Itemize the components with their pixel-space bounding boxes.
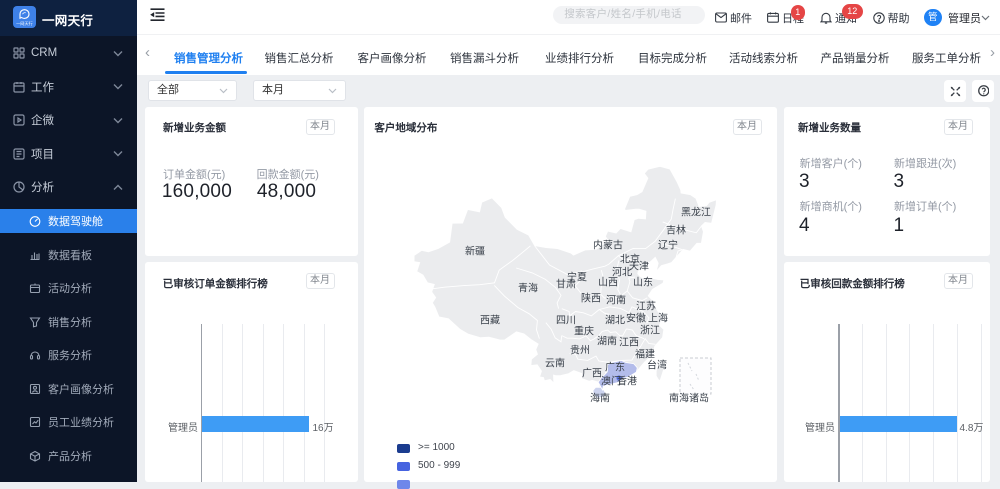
svg-text:广西: 广西 xyxy=(582,368,602,380)
svg-text:广东: 广东 xyxy=(605,361,625,374)
svg-text:内蒙古: 内蒙古 xyxy=(593,239,623,252)
svg-text:重庆: 重庆 xyxy=(574,325,594,338)
svg-text:江苏: 江苏 xyxy=(636,300,656,313)
svg-text:青海: 青海 xyxy=(518,282,538,295)
svg-text:四川: 四川 xyxy=(556,316,576,327)
svg-text:宁夏: 宁夏 xyxy=(567,271,587,284)
svg-text:香港: 香港 xyxy=(617,376,637,388)
svg-text:西藏: 西藏 xyxy=(480,315,500,327)
svg-text:黑龙江: 黑龙江 xyxy=(681,206,711,219)
svg-text:新疆: 新疆 xyxy=(465,245,485,258)
svg-text:南海诸岛: 南海诸岛 xyxy=(669,392,709,405)
svg-text:陕西: 陕西 xyxy=(581,292,601,305)
svg-text:浙江: 浙江 xyxy=(640,325,660,337)
svg-text:湖南: 湖南 xyxy=(597,335,617,348)
svg-text:吉林: 吉林 xyxy=(666,224,686,237)
svg-text:河南: 河南 xyxy=(606,294,626,307)
svg-text:云南: 云南 xyxy=(545,357,565,370)
svg-text:贵州: 贵州 xyxy=(570,344,590,357)
svg-text:上海: 上海 xyxy=(648,312,668,325)
svg-text:湖北: 湖北 xyxy=(605,315,625,327)
svg-text:山东: 山东 xyxy=(633,276,653,289)
svg-text:山西: 山西 xyxy=(598,277,618,289)
svg-text:辽宁: 辽宁 xyxy=(658,239,678,252)
svg-text:天津: 天津 xyxy=(629,261,649,273)
svg-text:台湾: 台湾 xyxy=(647,359,667,372)
svg-text:安徽: 安徽 xyxy=(626,312,646,325)
svg-text:福建: 福建 xyxy=(635,348,655,361)
svg-text:江西: 江西 xyxy=(619,337,639,349)
svg-text:海南: 海南 xyxy=(590,392,610,405)
svg-text:一网天行: 一网天行 xyxy=(16,20,33,27)
